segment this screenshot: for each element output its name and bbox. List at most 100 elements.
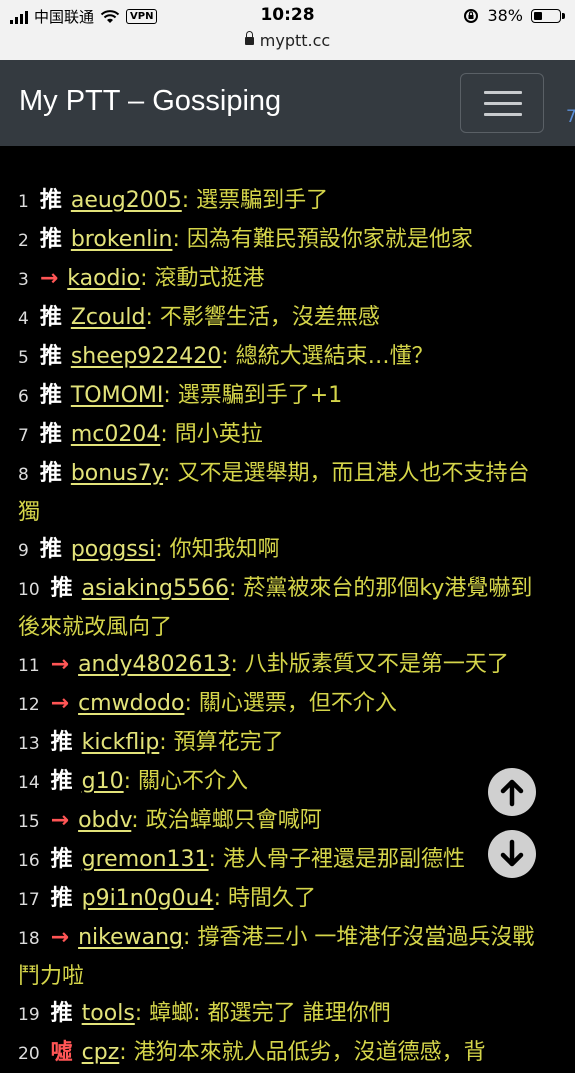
push-item: 6 推 TOMOMI: 選票騙到手了+1 — [18, 377, 548, 416]
push-user-link[interactable]: tools — [82, 1001, 135, 1026]
push-user-link[interactable]: aeug2005 — [71, 188, 182, 213]
push-tag: → — [39, 266, 59, 291]
push-user-link[interactable]: nikewang — [78, 925, 183, 950]
push-text: : 滾動式挺港 — [140, 266, 265, 291]
push-item: 5 推 sheep922420: 總統大選結束…懂？ — [18, 338, 548, 377]
push-tag: 噓 — [50, 1040, 73, 1065]
push-number: 1 — [18, 192, 29, 212]
push-text: : 不影響生活，沒差無感 — [145, 305, 380, 330]
push-text: : 港狗本來就人品低劣，沒道德感，背 — [119, 1040, 486, 1065]
push-tag: → — [50, 691, 70, 716]
push-tag: 推 — [50, 730, 73, 755]
push-item: 15 → obdv: 政治蟑螂只會喊阿 — [18, 802, 548, 841]
push-number: 10 — [18, 580, 40, 600]
push-tag: 推 — [39, 188, 62, 213]
push-user-link[interactable]: brokenlin — [71, 227, 173, 252]
push-tag: 推 — [39, 227, 62, 252]
push-text: : 選票騙到手了 — [181, 188, 329, 213]
push-user-link[interactable]: mc0204 — [71, 422, 161, 447]
push-user-link[interactable]: p9i1n0g0u4 — [82, 886, 214, 911]
push-tag: 推 — [39, 422, 62, 447]
push-tag: 推 — [50, 1001, 73, 1026]
battery-icon — [531, 8, 565, 23]
battery-fill — [534, 11, 542, 20]
push-tag: 推 — [50, 886, 73, 911]
push-item: 18 → nikewang: 撐香港三小 一堆港仔沒當過兵沒戰鬥力啦 — [18, 919, 548, 995]
push-text: : 問小英拉 — [160, 422, 263, 447]
push-user-link[interactable]: bonus7y — [71, 461, 163, 486]
push-item: 14 推 g10: 關心不介入 — [18, 763, 548, 802]
push-user-link[interactable]: cmwdodo — [78, 691, 184, 716]
push-user-link[interactable]: g10 — [82, 769, 124, 794]
push-number: 17 — [18, 890, 40, 910]
menu-toggle-button[interactable] — [460, 73, 544, 133]
push-user-link[interactable]: poggssi — [71, 537, 155, 562]
arrow-down-icon — [500, 839, 524, 867]
push-number: 20 — [18, 1044, 40, 1064]
push-list: 1 推 aeug2005: 選票騙到手了 2 推 brokenlin: 因為有難民預設… — [18, 182, 548, 1073]
push-item: 10 推 asiaking5566: 菸黨被來台的那個ky港覺嚇到 後來就改風向了 — [18, 570, 548, 646]
push-number: 3 — [18, 270, 29, 290]
push-tag: 推 — [50, 576, 73, 601]
push-number: 18 — [18, 929, 40, 949]
battery-percent: 38% — [487, 6, 523, 25]
rotation-lock-icon — [464, 8, 479, 23]
status-bar: 中国联通 VPN 10:28 38% myptt.cc — [0, 0, 575, 60]
push-item: 11 → andy4802613: 八卦版素質又不是第一天了 — [18, 646, 548, 685]
push-item: 4 推 Zcould: 不影響生活，沒差無感 — [18, 299, 548, 338]
scroll-down-button[interactable] — [488, 830, 536, 878]
push-text: : 預算花完了 — [159, 730, 284, 755]
push-tag: → — [50, 652, 70, 677]
push-user-link[interactable]: gremon131 — [82, 847, 209, 872]
lock-icon — [244, 30, 254, 45]
push-text: : 關心選票，但不介入 — [184, 691, 397, 716]
push-item: 3 → kaodio: 滾動式挺港 — [18, 260, 548, 299]
push-user-link[interactable]: Zcould — [71, 305, 146, 330]
push-number: 13 — [18, 734, 40, 754]
push-number: 15 — [18, 812, 40, 832]
push-user-link[interactable]: kaodio — [67, 266, 140, 291]
push-number: 6 — [18, 387, 29, 407]
push-number: 14 — [18, 773, 40, 793]
push-item: 7 推 mc0204: 問小英拉 — [18, 416, 548, 455]
push-user-link[interactable]: andy4802613 — [78, 652, 230, 677]
push-text: : 政治蟑螂只會喊阿 — [131, 808, 322, 833]
arrow-up-icon — [500, 779, 524, 807]
url-bar[interactable]: myptt.cc — [0, 30, 575, 50]
navbar-brand[interactable]: My PTT – Gossiping — [19, 85, 281, 118]
push-tag: 推 — [39, 461, 62, 486]
edge-overflow-text: 7 — [566, 107, 575, 127]
push-text: : 港人骨子裡還是那副德性 — [208, 847, 465, 872]
push-item: 16 推 gremon131: 港人骨子裡還是那副德性 — [18, 841, 548, 880]
push-item: 12 → cmwdodo: 關心選票，但不介入 — [18, 685, 548, 724]
push-text: : 總統大選結束…懂？ — [221, 344, 434, 369]
push-user-link[interactable]: asiaking5566 — [82, 576, 229, 601]
push-user-link[interactable]: cpz — [82, 1040, 120, 1065]
push-text: : 時間久了 — [213, 886, 316, 911]
push-item: 1 推 aeug2005: 選票騙到手了 — [18, 182, 548, 221]
push-tag: 推 — [39, 537, 62, 562]
push-tag: 推 — [39, 305, 62, 330]
push-number: 5 — [18, 348, 29, 368]
push-text: : 選票騙到手了+1 — [163, 383, 343, 408]
push-user-link[interactable]: TOMOMI — [71, 383, 164, 408]
push-tag: 推 — [39, 344, 62, 369]
push-item: 2 推 brokenlin: 因為有難民預設你家就是他家 — [18, 221, 548, 260]
push-number: 16 — [18, 851, 40, 871]
hamburger-icon — [484, 91, 522, 94]
push-text: : 因為有難民預設你家就是他家 — [172, 227, 473, 252]
push-tag: 推 — [50, 769, 73, 794]
push-number: 19 — [18, 1005, 40, 1025]
push-item: 9 推 poggssi: 你知我知啊 — [18, 531, 548, 570]
push-text: : 八卦版素質又不是第一天了 — [230, 652, 509, 677]
push-number: 2 — [18, 231, 29, 251]
push-tag: → — [50, 808, 70, 833]
push-user-link[interactable]: kickflip — [82, 730, 160, 755]
push-number: 7 — [18, 426, 29, 446]
push-user-link[interactable]: obdv — [78, 808, 131, 833]
push-user-link[interactable]: sheep922420 — [71, 344, 221, 369]
push-text: : 關心不介入 — [123, 769, 249, 794]
push-number: 11 — [18, 656, 40, 676]
scroll-up-button[interactable] — [488, 768, 536, 816]
push-number: 4 — [18, 309, 29, 329]
